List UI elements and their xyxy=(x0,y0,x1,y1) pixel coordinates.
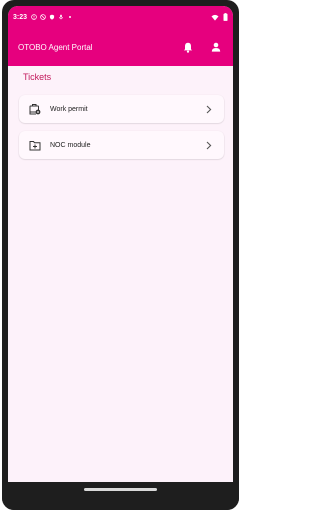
system-navigation-area xyxy=(2,482,239,510)
chevron-right-icon xyxy=(206,104,214,114)
app-screen: 3:23 OTOBO Agent Portal Tickets Work per… xyxy=(8,6,233,482)
tickets-section-title: Tickets xyxy=(23,72,52,82)
alert-circle-icon xyxy=(31,14,37,20)
app-bar-actions xyxy=(181,40,223,54)
block-icon xyxy=(40,14,46,20)
ticket-item-label: Work permit xyxy=(50,105,88,113)
chevron-right-icon xyxy=(206,140,214,150)
dot-icon xyxy=(69,16,71,18)
folder-add-icon xyxy=(29,139,41,151)
ticket-item-label: NOC module xyxy=(50,141,91,149)
app-title: OTOBO Agent Portal xyxy=(18,42,93,52)
status-bar: 3:23 xyxy=(8,6,233,28)
notifications-bell-icon xyxy=(183,42,193,53)
notifications-button[interactable] xyxy=(181,40,195,54)
phone-frame: 3:23 OTOBO Agent Portal Tickets Work per… xyxy=(2,0,239,510)
profile-person-icon xyxy=(211,42,221,52)
profile-button[interactable] xyxy=(209,40,223,54)
ticket-item-work-permit[interactable]: Work permit xyxy=(19,95,224,123)
mic-icon xyxy=(59,14,63,20)
status-icons-right xyxy=(211,13,228,21)
status-icons-left xyxy=(31,14,73,20)
app-bar: OTOBO Agent Portal xyxy=(8,28,233,66)
gesture-navigation-handle[interactable] xyxy=(84,488,157,491)
shield-icon xyxy=(49,14,55,20)
status-time: 3:23 xyxy=(13,13,28,21)
ticket-settings-icon xyxy=(29,103,41,115)
battery-icon xyxy=(223,13,228,21)
ticket-item-noc-module[interactable]: NOC module xyxy=(19,131,224,159)
wifi-icon xyxy=(211,14,219,21)
